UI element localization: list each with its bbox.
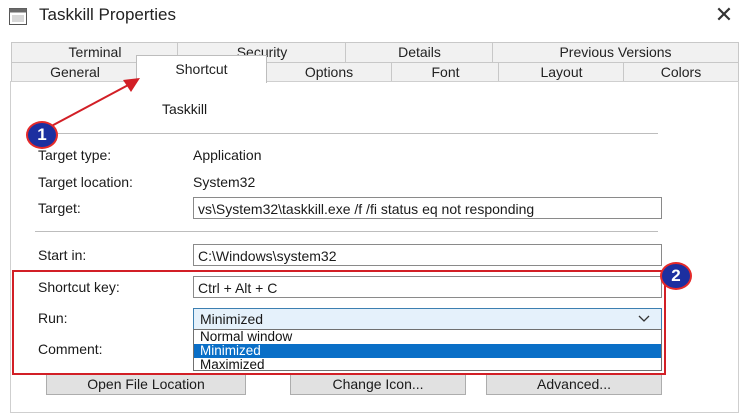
run-option-normal-window[interactable]: Normal window — [194, 330, 661, 344]
title-bar: Taskkill Properties ✕ — [0, 0, 755, 34]
tab-shortcut[interactable]: Shortcut — [136, 55, 267, 83]
advanced-button[interactable]: Advanced... — [486, 373, 662, 395]
annotation-badge-1: 1 — [26, 121, 58, 149]
tab-font[interactable]: Font — [391, 62, 500, 82]
annotation-badge-2: 2 — [660, 262, 692, 290]
chevron-down-icon — [638, 315, 650, 322]
run-option-maximized[interactable]: Maximized — [194, 358, 661, 372]
tab-previous-versions[interactable]: Previous Versions — [492, 42, 739, 62]
tab-colors[interactable]: Colors — [623, 62, 739, 82]
target-location-value: System32 — [193, 174, 256, 190]
properties-dialog: Taskkill Properties ✕ Terminal Security … — [0, 0, 755, 413]
target-type-label: Target type: — [38, 147, 112, 163]
run-label: Run: — [38, 310, 68, 326]
close-icon[interactable]: ✕ — [708, 1, 740, 29]
tab-options[interactable]: Options — [265, 62, 393, 82]
run-selected-value: Minimized — [200, 311, 264, 327]
shortcut-key-input[interactable]: Ctrl + Alt + C — [193, 276, 662, 298]
run-option-minimized[interactable]: Minimized — [194, 344, 661, 358]
target-input[interactable]: vs\System32\taskkill.exe /f /fi status e… — [193, 197, 662, 219]
shortcut-key-label: Shortcut key: — [38, 279, 120, 295]
divider — [35, 133, 658, 134]
change-icon-button[interactable]: Change Icon... — [290, 373, 466, 395]
target-label: Target: — [38, 200, 81, 216]
open-file-location-button[interactable]: Open File Location — [46, 373, 246, 395]
tab-details[interactable]: Details — [345, 42, 494, 62]
window-title: Taskkill Properties — [39, 5, 176, 24]
divider — [35, 231, 658, 232]
start-in-input[interactable]: C:\Windows\system32 — [193, 244, 662, 266]
tab-general[interactable]: General — [11, 62, 139, 82]
comment-label: Comment: — [38, 341, 103, 357]
target-location-label: Target location: — [38, 174, 133, 190]
target-type-value: Application — [193, 147, 262, 163]
run-select[interactable]: Minimized — [193, 308, 662, 330]
tab-layout[interactable]: Layout — [498, 62, 625, 82]
shortcut-name-label: Taskkill — [162, 101, 208, 117]
app-window-icon — [9, 8, 27, 25]
start-in-label: Start in: — [38, 247, 87, 263]
run-dropdown-list: Normal window Minimized Maximized — [193, 329, 662, 372]
